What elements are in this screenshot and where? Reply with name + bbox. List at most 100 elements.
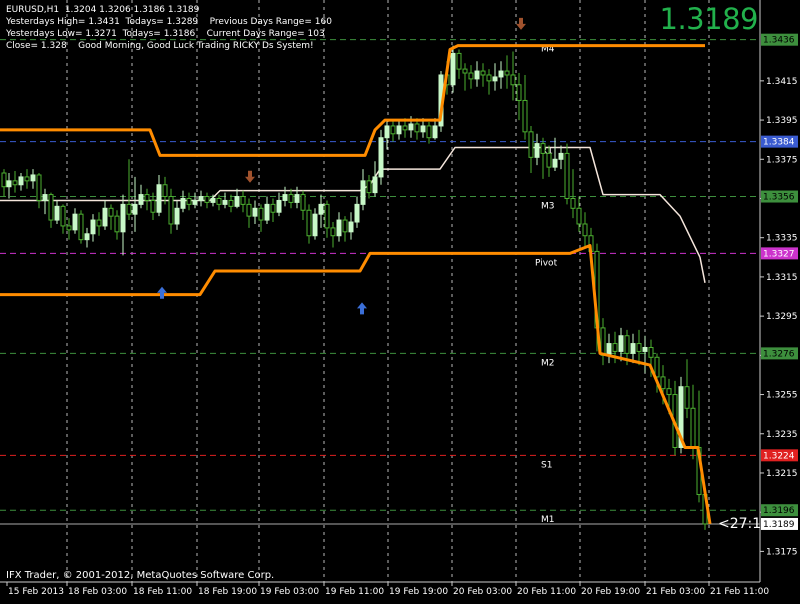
candle-body xyxy=(108,207,114,217)
candle-body xyxy=(336,219,342,237)
level-price-label: 1.3384 xyxy=(763,138,795,148)
candle-body xyxy=(282,194,288,201)
y-tick-label: 1.3415 xyxy=(766,77,798,87)
candle-body xyxy=(318,203,324,215)
y-tick-label: 1.3235 xyxy=(766,430,798,440)
candle-body xyxy=(690,407,696,448)
candle-body xyxy=(216,197,222,205)
candle-body xyxy=(150,199,156,213)
candle-body xyxy=(456,52,462,70)
candle-body xyxy=(378,137,384,178)
candle-body xyxy=(498,70,504,78)
candle-body xyxy=(96,219,102,227)
candle-body xyxy=(486,74,492,82)
current-price-label: 1.3189 xyxy=(763,520,795,530)
candle-body xyxy=(222,199,228,205)
candle-body xyxy=(468,72,474,80)
candle-body xyxy=(270,203,276,213)
candle-body xyxy=(234,196,240,207)
candle-body xyxy=(300,194,306,211)
level-price-label: 1.3356 xyxy=(763,193,795,203)
x-tick-label: 19 Feb 11:00 xyxy=(325,587,384,597)
candle-body xyxy=(390,125,396,135)
candle-body xyxy=(246,203,252,217)
chart-canvas[interactable]: 1.34151.33951.33751.33551.33351.33151.32… xyxy=(0,0,800,600)
candle-body xyxy=(306,209,312,237)
y-tick-label: 1.3315 xyxy=(766,273,798,283)
candle-body xyxy=(228,199,234,207)
y-tick-label: 1.3335 xyxy=(766,234,798,244)
candle-body xyxy=(18,176,24,186)
candle-body xyxy=(138,194,144,205)
candle-body xyxy=(30,174,36,182)
candle-body xyxy=(258,207,264,221)
x-tick-label: 21 Feb 11:00 xyxy=(710,587,769,597)
level-price-label: 1.3276 xyxy=(763,349,795,359)
x-tick-label: 18 Feb 19:00 xyxy=(198,587,257,597)
symbol-line: EURUSD,H1 1.3204 1.3206 1.3186 1.3189 xyxy=(6,5,200,15)
candle-body xyxy=(666,388,672,396)
candle-body xyxy=(204,196,210,203)
candle-body xyxy=(36,174,42,201)
candle-body xyxy=(156,184,162,213)
candle-body xyxy=(432,125,438,139)
candle-body xyxy=(276,199,282,213)
candle-body xyxy=(492,76,498,82)
candle-body xyxy=(570,197,576,209)
candle-body xyxy=(420,125,426,133)
candle-body xyxy=(624,335,630,354)
candle-body xyxy=(402,125,408,131)
candle-body xyxy=(576,207,582,225)
candle-body xyxy=(126,203,132,215)
candle-body xyxy=(510,74,516,86)
bar-countdown: <27:1 xyxy=(718,516,761,532)
candle-body xyxy=(684,386,690,409)
candle-body xyxy=(600,327,606,356)
candle-body xyxy=(72,213,78,231)
x-tick-label: 20 Feb 03:00 xyxy=(453,587,512,597)
candle-body xyxy=(264,203,270,221)
x-tick-label: 18 Feb 11:00 xyxy=(133,587,192,597)
level-price-label: 1.3327 xyxy=(763,249,795,259)
candle-body xyxy=(522,99,528,133)
y-tick-label: 1.3215 xyxy=(766,469,798,479)
y-tick-label: 1.3375 xyxy=(766,155,798,165)
candle-body xyxy=(186,197,192,205)
candle-body xyxy=(348,221,354,233)
candle-body xyxy=(516,84,522,101)
price-chart[interactable]: 1.34151.33951.33751.33551.33351.33151.32… xyxy=(0,0,800,600)
candle-body xyxy=(66,225,72,231)
candle-body xyxy=(120,203,126,233)
candle-body xyxy=(642,346,648,352)
candle-body xyxy=(540,143,546,154)
candle-body xyxy=(480,70,486,76)
candle-body xyxy=(330,227,336,237)
yesterday-high-line: Yesterdays High= 1.3431 Todays= 1.3289 P… xyxy=(6,17,332,27)
candle-body xyxy=(582,223,588,237)
y-tick-label: 1.3175 xyxy=(766,547,798,557)
candle-body xyxy=(630,343,636,354)
candle-body xyxy=(426,125,432,139)
candle-body xyxy=(6,180,12,188)
candle-body xyxy=(168,196,174,225)
x-tick-label: 19 Feb 03:00 xyxy=(260,587,319,597)
x-tick-label: 20 Feb 19:00 xyxy=(581,587,640,597)
candle-body xyxy=(240,196,246,205)
x-tick-label: 21 Feb 03:00 xyxy=(646,587,705,597)
big-price-display: 1.3189 xyxy=(659,2,759,36)
candle-body xyxy=(546,152,552,168)
level-price-label: 1.3196 xyxy=(763,506,795,516)
candle-body xyxy=(450,52,456,86)
candle-body xyxy=(372,176,378,194)
candle-body xyxy=(162,184,168,198)
y-tick-label: 1.3255 xyxy=(766,391,798,401)
candle-body xyxy=(132,203,138,215)
candle-body xyxy=(90,219,96,235)
candle-body xyxy=(360,180,366,205)
candle-body xyxy=(384,125,390,139)
candle-body xyxy=(312,213,318,237)
candle-body xyxy=(618,335,624,352)
candle-body xyxy=(180,197,186,209)
candle-body xyxy=(48,194,54,221)
level-name-pivot: Pivot xyxy=(535,258,558,268)
